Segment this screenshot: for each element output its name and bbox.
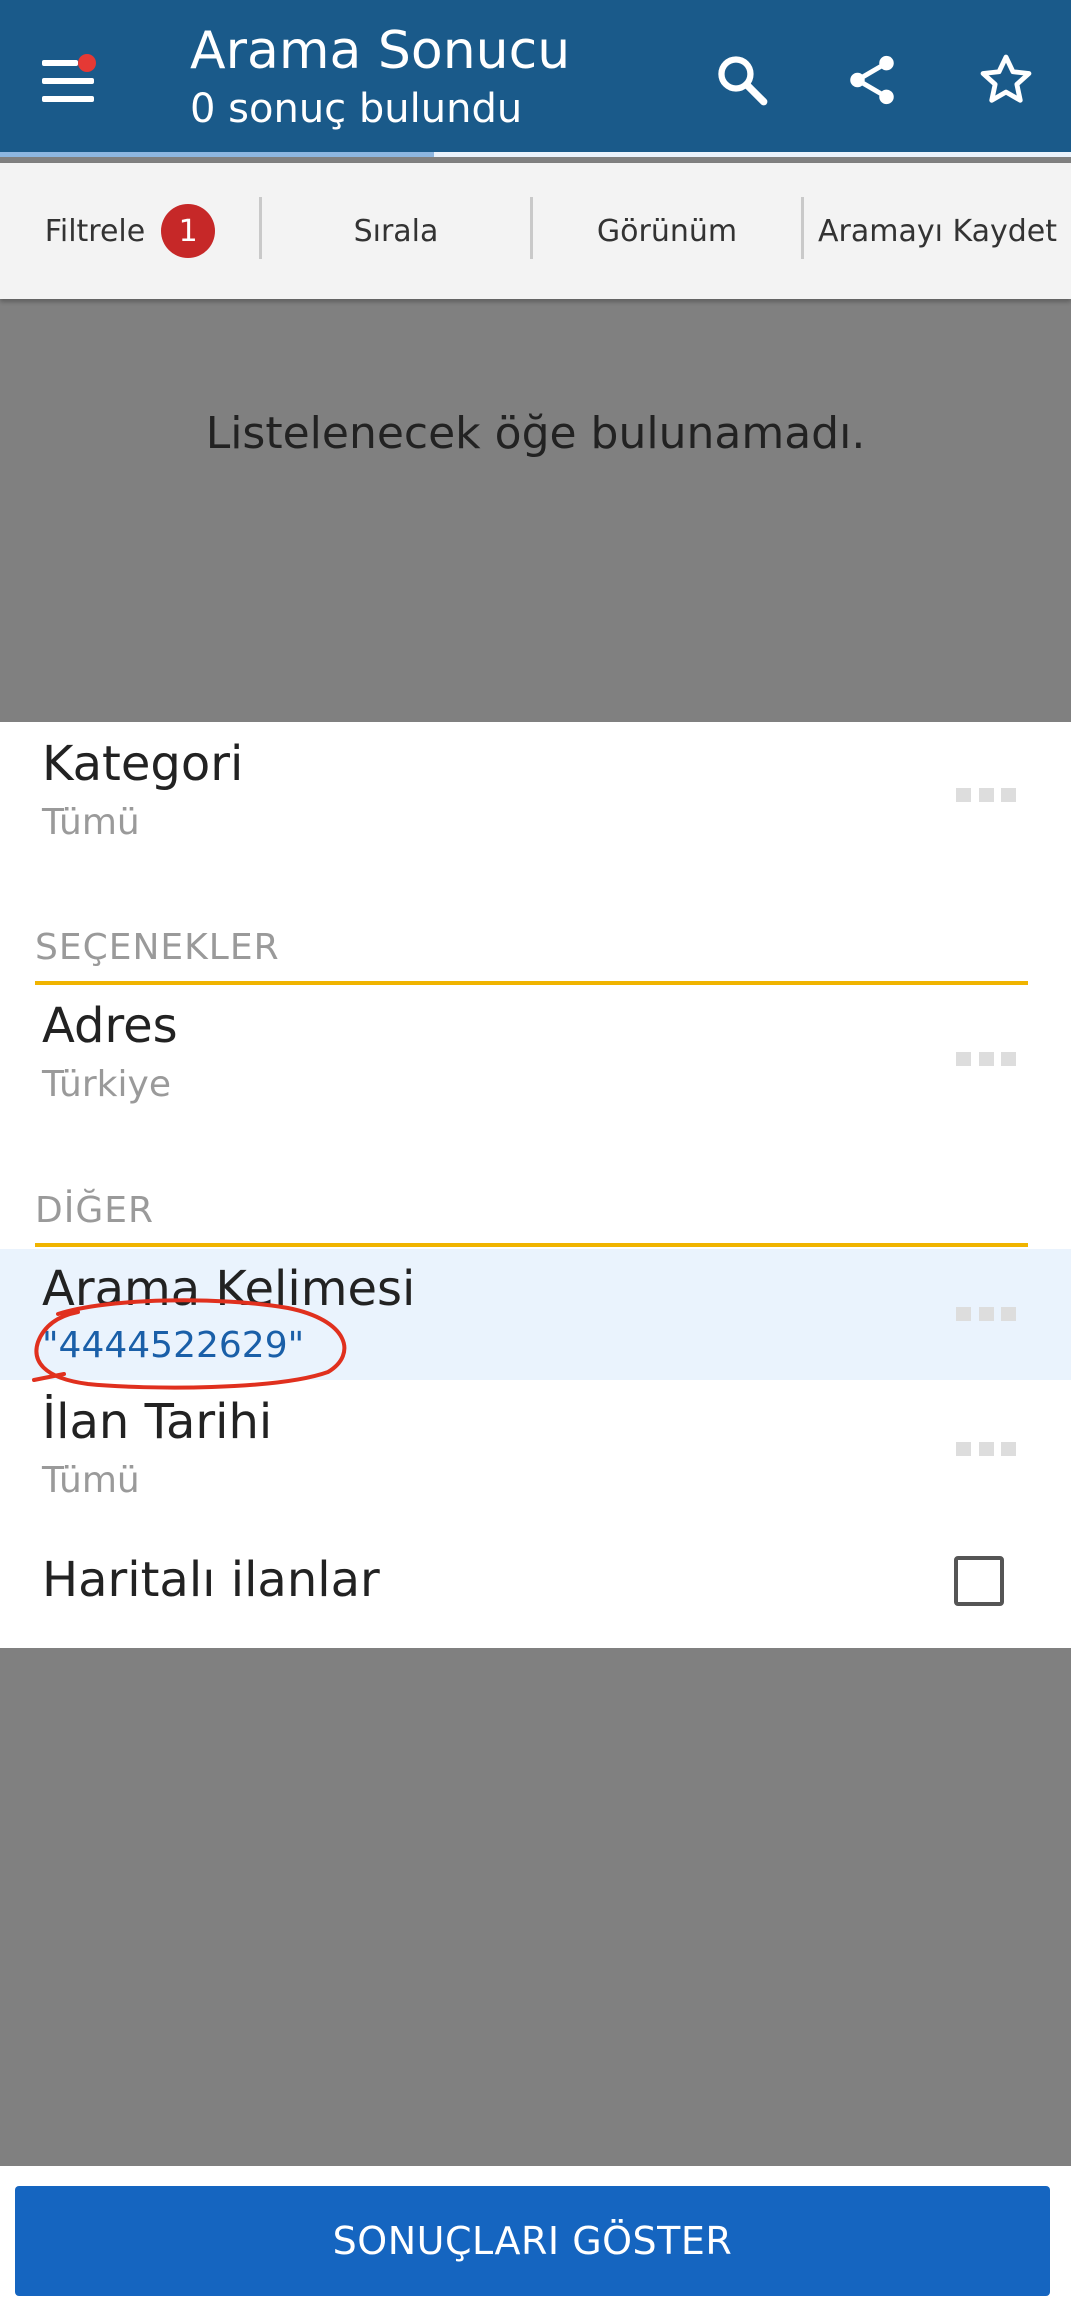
page-title: Arama Sonucu bbox=[190, 21, 571, 81]
filter-row-map-listings[interactable]: Haritalı ilanlar bbox=[0, 1512, 1071, 1648]
date-label: İlan Tarihi bbox=[42, 1394, 273, 1450]
filter-button[interactable]: Filtrele 1 bbox=[0, 163, 260, 299]
filter-label: Filtrele bbox=[44, 213, 146, 249]
filter-row-address[interactable]: Adres Türkiye bbox=[0, 986, 1071, 1146]
more-icon bbox=[956, 1442, 1016, 1456]
address-value: Türkiye bbox=[42, 1064, 171, 1105]
app-bar: Arama Sonucu 0 sonuç bulundu bbox=[0, 0, 1071, 157]
result-count: 0 sonuç bulundu bbox=[190, 86, 523, 132]
date-value: Tümü bbox=[42, 1460, 140, 1501]
notification-dot bbox=[78, 54, 96, 72]
save-search-button[interactable]: Aramayı Kaydet bbox=[804, 163, 1071, 299]
more-icon bbox=[956, 1307, 1016, 1321]
share-icon bbox=[850, 55, 894, 105]
search-button[interactable] bbox=[702, 40, 782, 120]
share-button[interactable] bbox=[832, 40, 912, 120]
filter-count-badge: 1 bbox=[161, 204, 216, 258]
more-icon bbox=[956, 1052, 1016, 1066]
show-results-button[interactable]: SONUÇLARI GÖSTER bbox=[15, 2186, 1050, 2296]
favorite-button[interactable] bbox=[966, 40, 1046, 120]
filter-row-category[interactable]: Kategori Tümü bbox=[0, 722, 1071, 882]
sort-button[interactable]: Sırala bbox=[262, 163, 530, 299]
menu-button[interactable] bbox=[26, 40, 110, 124]
section-divider bbox=[35, 1243, 1028, 1247]
section-divider bbox=[35, 981, 1028, 985]
star-icon bbox=[980, 54, 1032, 103]
more-icon bbox=[956, 788, 1016, 802]
address-label: Adres bbox=[42, 998, 178, 1054]
filter-row-date[interactable]: İlan Tarihi Tümü bbox=[0, 1380, 1071, 1512]
map-listings-label: Haritalı ilanlar bbox=[42, 1552, 380, 1608]
keyword-value: "4444522629" bbox=[42, 1325, 305, 1366]
empty-results-message: Listelenecek öğe bulunamadı. bbox=[205, 408, 866, 459]
search-icon bbox=[718, 56, 768, 106]
map-listings-checkbox[interactable] bbox=[954, 1556, 1004, 1606]
section-header-other: DİĞER bbox=[35, 1190, 154, 1231]
section-header-options: SEÇENEKLER bbox=[35, 927, 280, 968]
category-label: Kategori bbox=[42, 736, 244, 792]
menu-icon bbox=[42, 60, 78, 66]
category-value: Tümü bbox=[42, 802, 140, 843]
filter-row-keyword[interactable]: Arama Kelimesi "4444522629" bbox=[0, 1249, 1071, 1380]
toolbar: Filtrele 1 Sırala Görünüm Aramayı Kaydet bbox=[0, 163, 1071, 299]
view-button[interactable]: Görünüm bbox=[533, 163, 801, 299]
keyword-label: Arama Kelimesi bbox=[42, 1261, 416, 1317]
loading-progress bbox=[0, 152, 1071, 157]
